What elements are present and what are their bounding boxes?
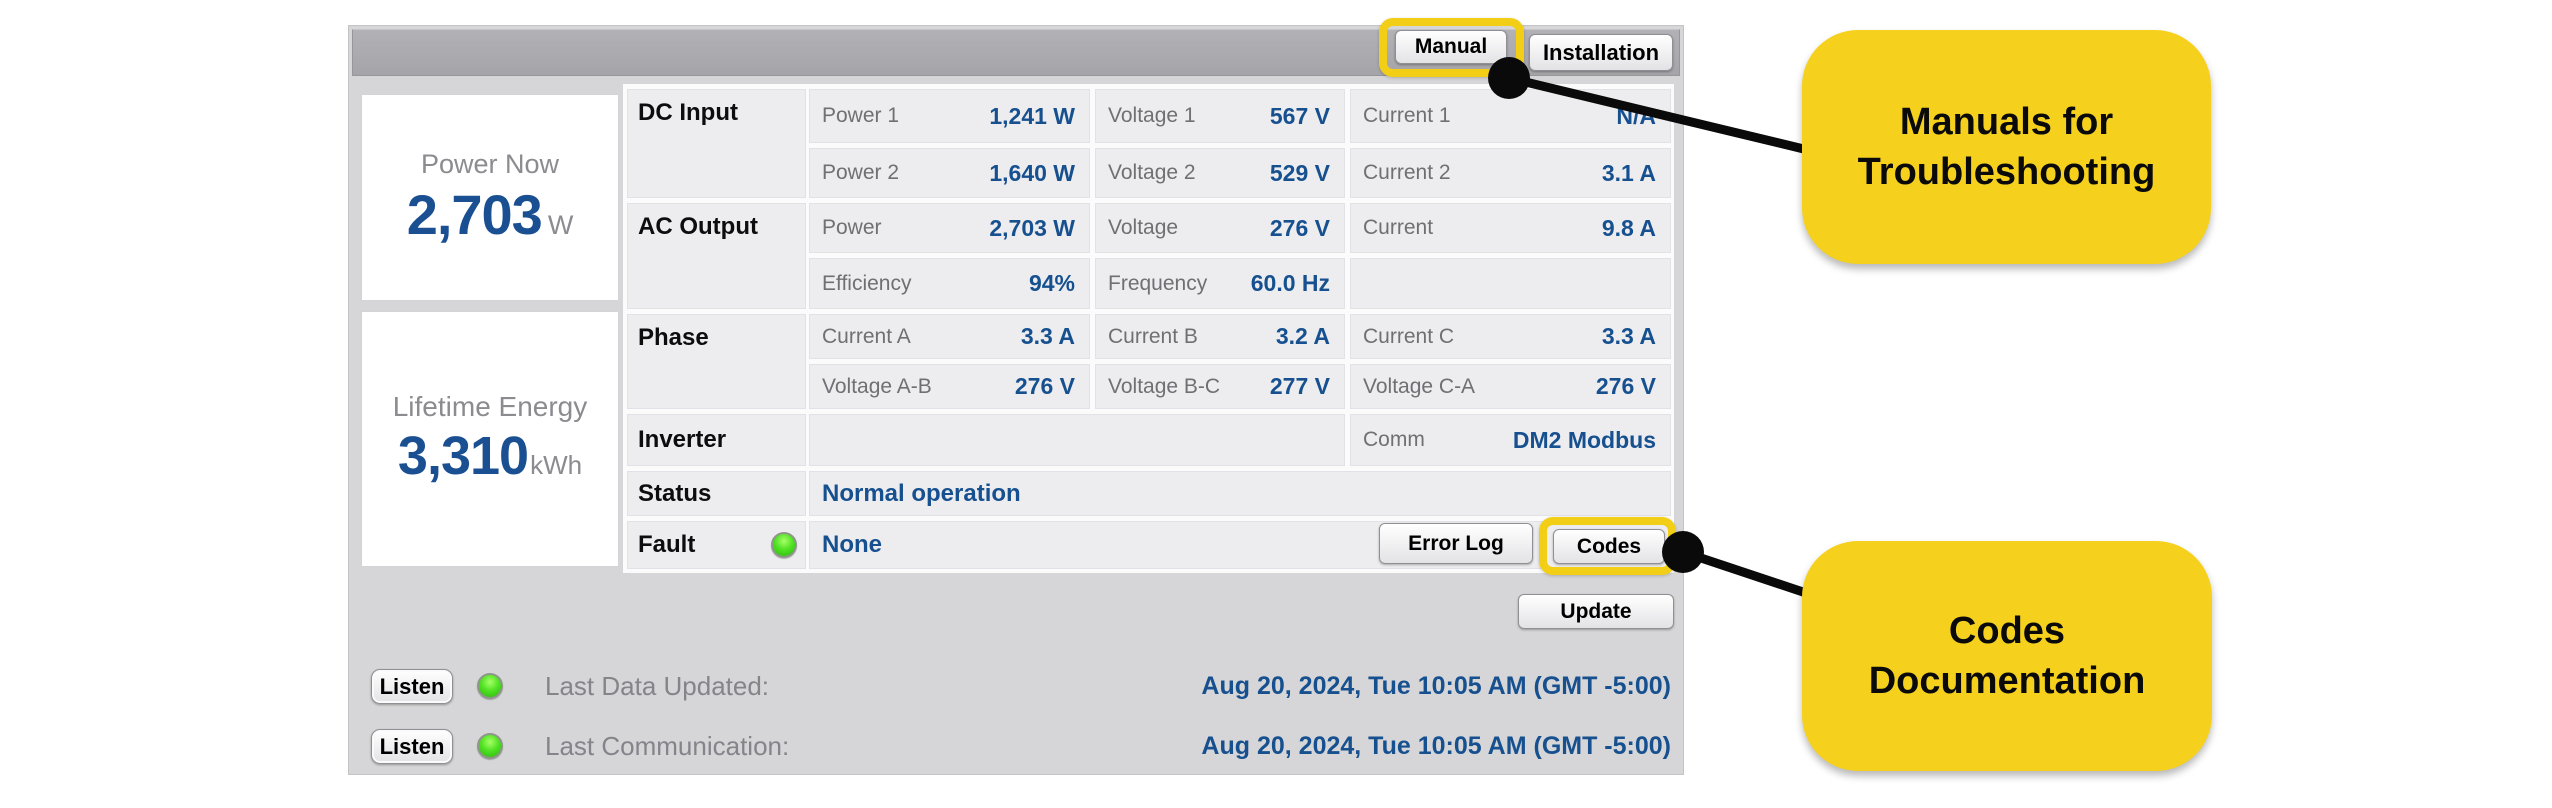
cell-label: Current C [1363, 324, 1455, 348]
cell-value: 567 V [1269, 102, 1330, 129]
lifetime-energy-unit: kWh [530, 450, 583, 480]
last-communication-value: Aug 20, 2024, Tue 10:05 AM (GMT -5:00) [1201, 732, 1671, 760]
cell-label: Voltage A-B [822, 374, 932, 398]
status-value: Normal operation [809, 471, 1671, 516]
cell-current-1: Current 1 N/A [1350, 89, 1671, 143]
cell-current-b: Current B 3.2 A [1095, 314, 1345, 359]
cell-current-2: Current 2 3.1 A [1350, 148, 1671, 198]
cell-value: 1,241 W [989, 102, 1075, 129]
cell-value: 60.0 Hz [1250, 270, 1330, 296]
cell-value: 529 V [1269, 159, 1330, 186]
cell-comm: Comm DM2 Modbus [1350, 414, 1671, 466]
cell-value: N/A [1616, 102, 1656, 129]
cell-value: 9.8 A [1601, 214, 1656, 241]
error-log-button[interactable]: Error Log [1379, 523, 1533, 564]
codes-connector-line [1681, 547, 1814, 600]
cell-label: Current A [822, 324, 911, 348]
cell-ac-power: Power 2,703 W [809, 203, 1090, 253]
cell-label: Current 1 [1363, 104, 1451, 127]
last-data-updated-label: Last Data Updated: [545, 671, 770, 701]
cell-power-2: Power 2 1,640 W [809, 148, 1090, 198]
update-button[interactable]: Update [1518, 594, 1674, 629]
cell-efficiency: Efficiency 94% [809, 258, 1090, 309]
installation-button[interactable]: Installation [1529, 34, 1673, 71]
cell-value: 3.1 A [1601, 159, 1656, 186]
cell-label: Efficiency [822, 271, 912, 295]
cell-voltage-1: Voltage 1 567 V [1095, 89, 1345, 143]
cell-ac-voltage: Voltage 276 V [1095, 203, 1345, 253]
cell-label: Current 2 [1363, 161, 1451, 184]
cell-label: Voltage C-A [1363, 374, 1476, 398]
lifetime-energy-panel: Lifetime Energy 3,310 kWh [361, 311, 619, 567]
cell-label: Voltage [1108, 216, 1179, 239]
fault-ok-led-icon [771, 532, 797, 558]
lifetime-energy-value: 3,310 [397, 426, 529, 486]
cell-power-1: Power 1 1,241 W [809, 89, 1090, 143]
cell-label: Frequency [1108, 271, 1208, 295]
cell-voltage-ca: Voltage C-A 276 V [1350, 364, 1671, 409]
cell-value: 276 V [1269, 214, 1330, 241]
cell-voltage-bc: Voltage B-C 277 V [1095, 364, 1345, 409]
power-now-unit: W [547, 209, 574, 240]
cell-voltage-2: Voltage 2 529 V [1095, 148, 1345, 198]
cell-value: 276 V [1014, 373, 1075, 399]
section-fault: Fault [627, 521, 806, 569]
cell-value: 3.3 A [1601, 323, 1656, 349]
fault-value: None [809, 521, 1671, 569]
cell-value: 3.2 A [1275, 323, 1330, 349]
last-communication-label: Last Communication: [545, 731, 790, 761]
cell-label: Current B [1108, 324, 1198, 348]
section-status: Status [627, 471, 806, 516]
section-phase: Phase [627, 314, 806, 409]
listen-button-data[interactable]: Listen [371, 669, 453, 704]
codes-button[interactable]: Codes [1553, 529, 1665, 564]
cell-value: 1,640 W [989, 159, 1075, 186]
cell-value: DM2 Modbus [1512, 426, 1656, 453]
power-now-panel: Power Now 2,703 W [361, 94, 619, 301]
section-dc-input: DC Input [627, 89, 806, 198]
cell-current-c: Current C 3.3 A [1350, 314, 1671, 359]
cell-frequency: Frequency 60.0 Hz [1095, 258, 1345, 309]
codes-annotation-callout: Codes Documentation [1802, 541, 2212, 771]
cell-label: Power 1 [822, 104, 900, 127]
manual-button[interactable]: Manual [1395, 30, 1507, 64]
cell-label: Voltage 2 [1108, 161, 1196, 184]
cell-label: Power 2 [822, 161, 900, 184]
cell-label: Current [1363, 216, 1434, 239]
section-inverter: Inverter [627, 414, 806, 466]
cell-value: 3.3 A [1020, 323, 1075, 349]
cell-inverter-empty [809, 414, 1345, 466]
fault-label: Fault [638, 531, 696, 558]
cell-value: 276 V [1595, 373, 1656, 399]
cell-value: 94% [1028, 270, 1075, 296]
listen-button-comm[interactable]: Listen [371, 729, 453, 764]
cell-value: 277 V [1269, 373, 1330, 399]
lifetime-energy-label: Lifetime Energy [392, 391, 588, 422]
cell-label: Power [822, 216, 882, 239]
cell-empty [1350, 258, 1671, 309]
power-now-value: 2,703 [406, 182, 543, 246]
manual-annotation-callout: Manuals for Troubleshooting [1802, 30, 2211, 264]
cell-label: Comm [1363, 428, 1425, 451]
cell-label: Voltage 1 [1108, 104, 1196, 127]
section-ac-output: AC Output [627, 203, 806, 309]
cell-current-a: Current A 3.3 A [809, 314, 1090, 359]
cell-label: Voltage B-C [1108, 374, 1221, 398]
last-data-updated-value: Aug 20, 2024, Tue 10:05 AM (GMT -5:00) [1201, 672, 1671, 700]
data-updated-led-icon [477, 673, 503, 699]
cell-voltage-ab: Voltage A-B 276 V [809, 364, 1090, 409]
communication-led-icon [477, 733, 503, 759]
inverter-status-widget: Manual Installation Power Now 2,703 W Li… [348, 18, 1684, 775]
power-now-label: Power Now [420, 148, 560, 179]
cell-value: 2,703 W [989, 214, 1075, 241]
cell-ac-current: Current 9.8 A [1350, 203, 1671, 253]
